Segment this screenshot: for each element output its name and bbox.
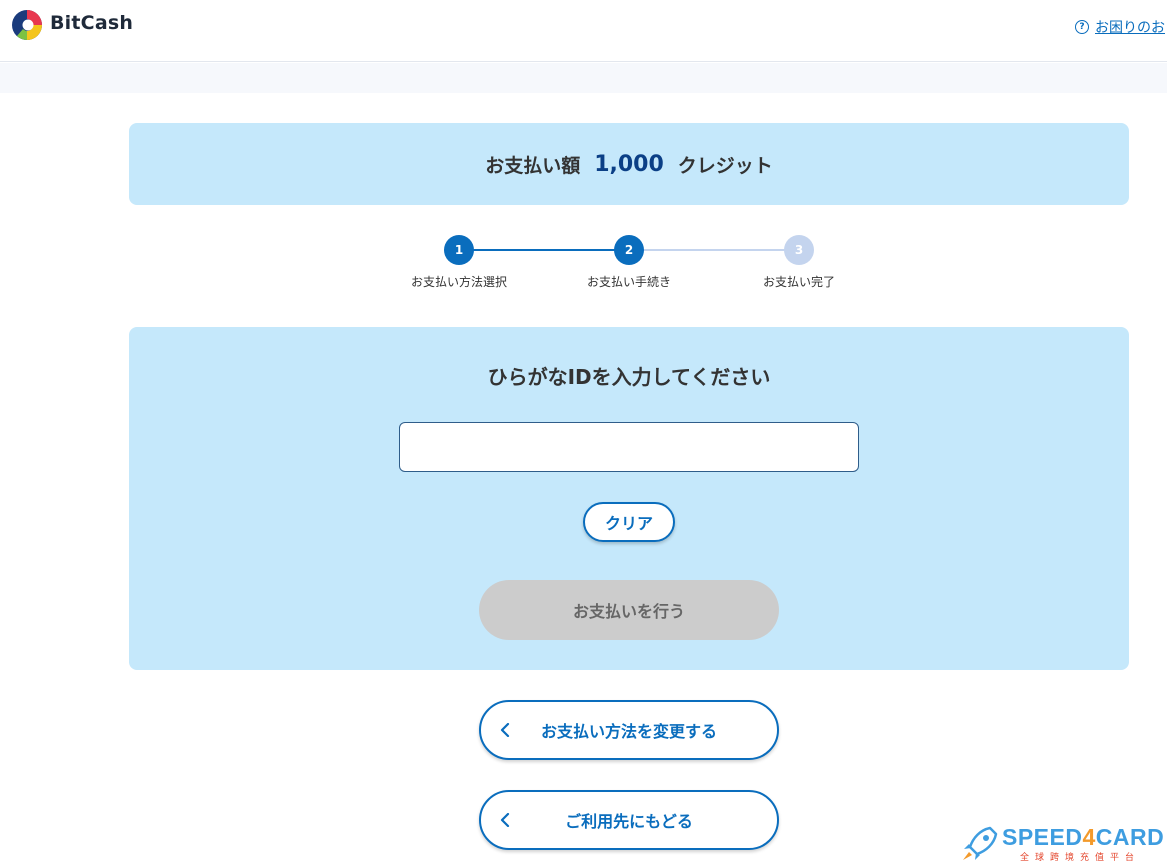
back-to-merchant-label: ご利用先にもどる [565,812,693,831]
logo-text[interactable]: BitCash [50,12,133,34]
step-connector-pending [629,249,799,251]
change-payment-method-label: お支払い方法を変更する [540,722,717,741]
progress-steps: 1 2 3 お支払い方法選択 お支払い手続き お支払い完了 [0,234,1167,294]
step-3-circle: 3 [784,235,814,265]
step-2-label: お支払い手続き [586,275,671,289]
amount-label: お支払い額 [485,154,581,177]
hiragana-id-form: ひらがなIDを入力してください クリア お支払いを行う [129,327,1129,670]
watermark-brand: SPEED4CARD [1002,824,1165,850]
submit-payment-button: お支払いを行う [479,580,779,640]
step-1-circle: 1 [444,235,474,265]
amount-value: 1,000 [594,151,664,177]
chevron-left-icon [495,720,515,740]
payment-amount-panel: お支払い額 1,000 クレジット [129,123,1129,205]
help-link[interactable]: ? お困りのお [1075,17,1165,37]
amount-unit: クレジット [677,154,773,177]
change-payment-method-button[interactable]: お支払い方法を変更する [479,700,779,760]
clear-button[interactable]: クリア [583,502,675,542]
bitcash-logo-icon[interactable] [11,7,43,43]
rocket-icon [963,826,998,860]
watermark-tagline: 全球跨境充值平台 [1020,853,1141,863]
back-to-merchant-button[interactable]: ご利用先にもどる [479,790,779,850]
form-title: ひらがなIDを入力してください [487,365,771,389]
step-2-circle: 2 [614,235,644,265]
speed4card-watermark: SPEED4CARD 全球跨境充值平台 [960,823,1165,865]
header-band [0,63,1167,93]
site-header: BitCash ? お困りのお [0,0,1167,62]
hiragana-id-input[interactable] [399,422,859,472]
question-circle-icon: ? [1075,20,1089,34]
step-1-label: お支払い方法選択 [410,275,507,289]
chevron-left-icon [495,810,515,830]
step-3-label: お支払い完了 [762,275,835,289]
help-link-label: お困りのお [1095,20,1165,36]
step-connector-completed [459,249,629,251]
